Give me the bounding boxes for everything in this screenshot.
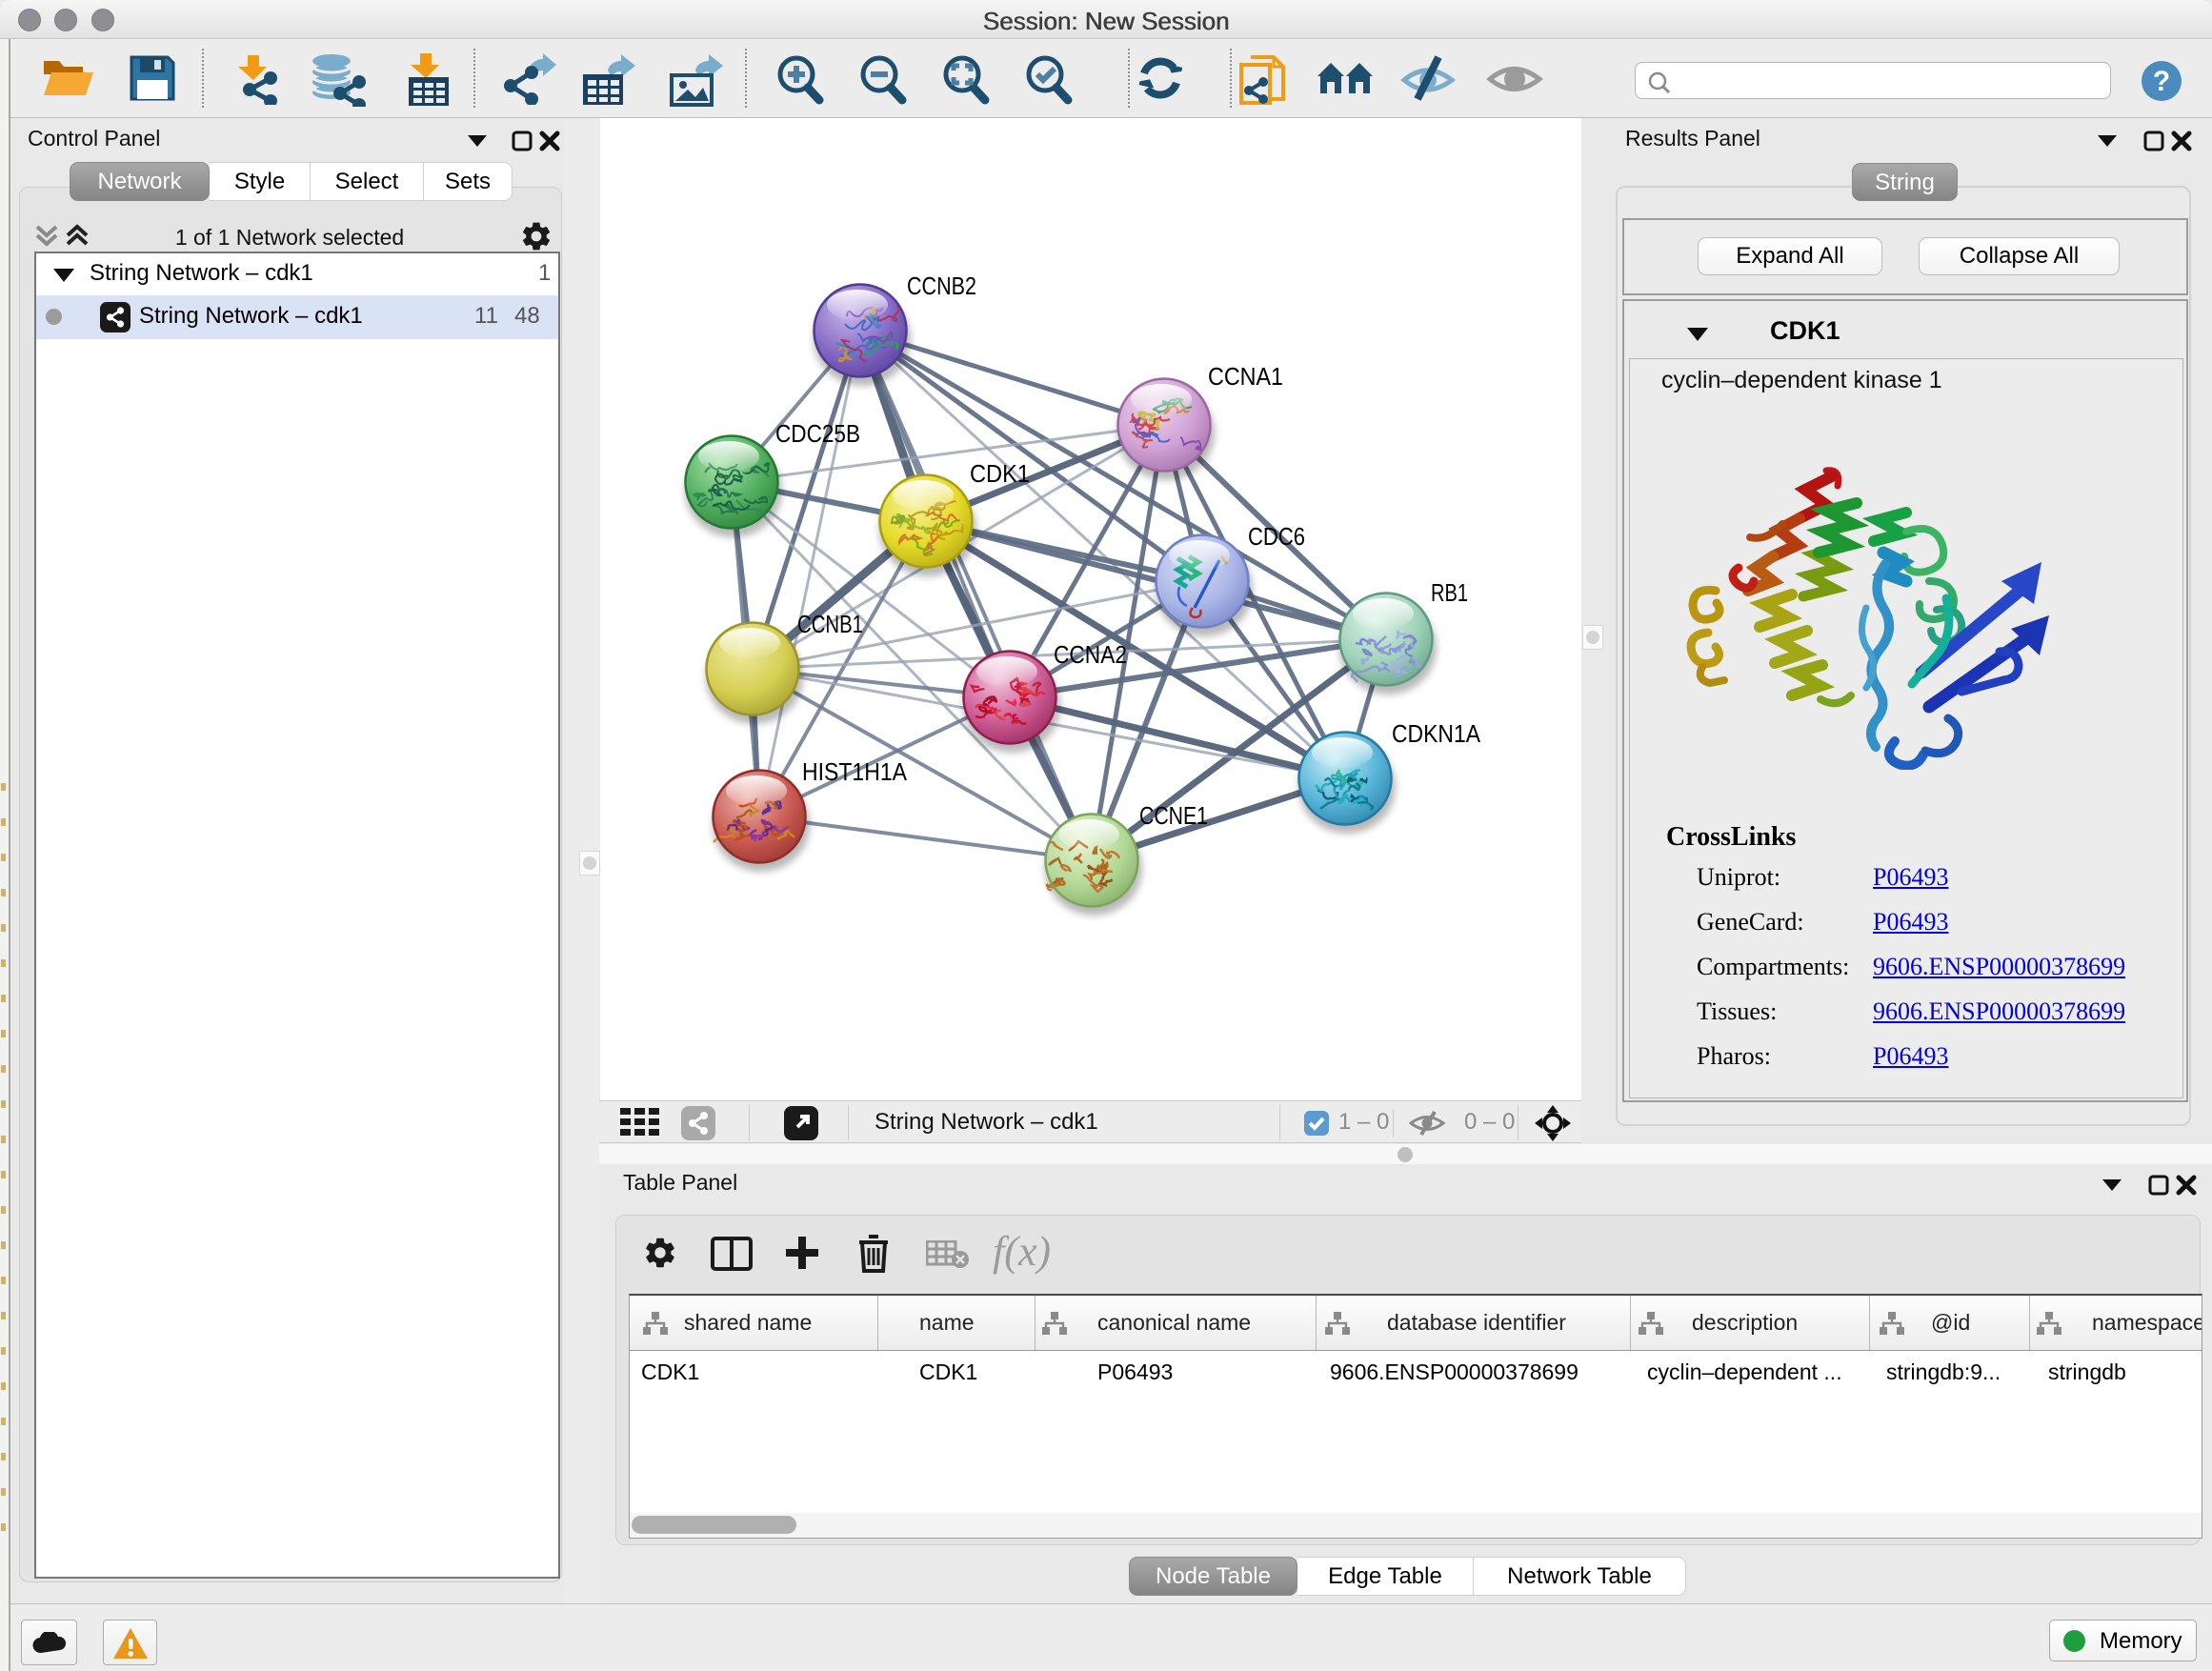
svg-text:CCNB1: CCNB1 [797,610,863,638]
svg-text:RB1: RB1 [1431,578,1468,607]
svg-text:CDC25B: CDC25B [775,419,860,448]
svg-text:CCNA2: CCNA2 [1054,640,1127,669]
svg-text:?: ? [2153,66,2170,97]
svg-text:CCNE1: CCNE1 [1139,801,1208,830]
svg-text:CDC6: CDC6 [1248,522,1305,551]
svg-text:CDKN1A: CDKN1A [1392,719,1481,748]
svg-text:CCNB2: CCNB2 [907,272,976,300]
svg-text:CDK1: CDK1 [970,459,1030,488]
svg-text:HIST1H1A: HIST1H1A [802,757,908,786]
svg-text:CCNA1: CCNA1 [1208,362,1283,391]
